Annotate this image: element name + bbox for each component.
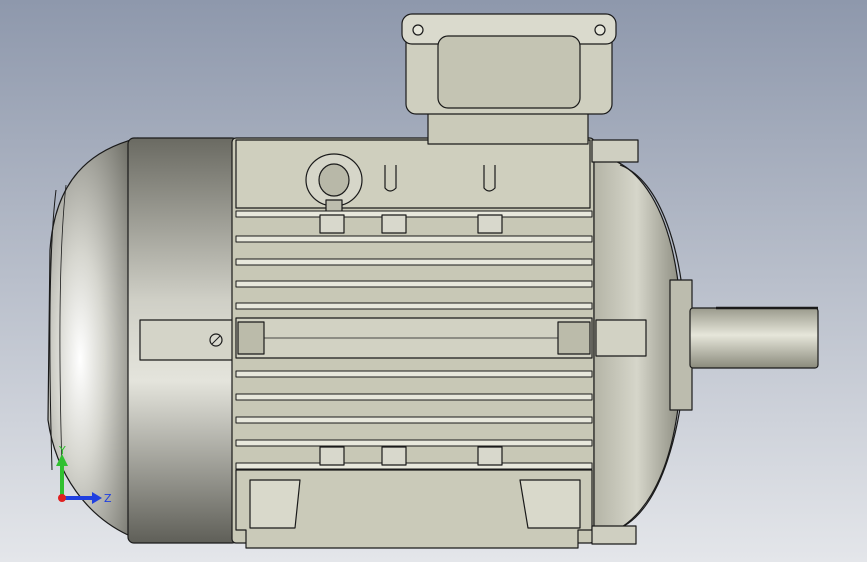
- top-bolt-2: [381, 214, 407, 234]
- triad-z-label: Z: [104, 492, 112, 505]
- bottom-bolt-3: [477, 446, 503, 466]
- output-shaft[interactable]: [689, 307, 819, 369]
- terminal-box-screw-left: [412, 24, 424, 36]
- terminal-box-neck: [427, 109, 589, 145]
- motor-model-view[interactable]: Y Z: [0, 0, 867, 562]
- flange-lug-bottom[interactable]: [591, 525, 637, 545]
- bottom-bolt-1: [319, 446, 345, 466]
- tie-rod-left[interactable]: [237, 321, 265, 355]
- bearing-housing: [669, 279, 693, 411]
- fan-cover-band: [139, 319, 241, 361]
- terminal-box-recess: [437, 35, 581, 109]
- cad-viewport[interactable]: Y Z: [0, 0, 867, 562]
- top-bolt-3: [477, 214, 503, 234]
- bottom-bolt-2: [381, 446, 407, 466]
- triad-y-label: Y: [58, 444, 66, 457]
- foot-web-right: [519, 479, 581, 529]
- tie-rod-right[interactable]: [557, 321, 591, 355]
- flange-lug-mid[interactable]: [595, 319, 647, 357]
- frame-top-shoulder: [235, 139, 591, 209]
- terminal-box-screw-right: [594, 24, 606, 36]
- foot-web-left: [249, 479, 301, 529]
- triad-x-dot: [58, 494, 66, 502]
- flange-lug-top[interactable]: [591, 139, 639, 163]
- top-bolt-1: [319, 214, 345, 234]
- terminal-box[interactable]: [401, 13, 617, 145]
